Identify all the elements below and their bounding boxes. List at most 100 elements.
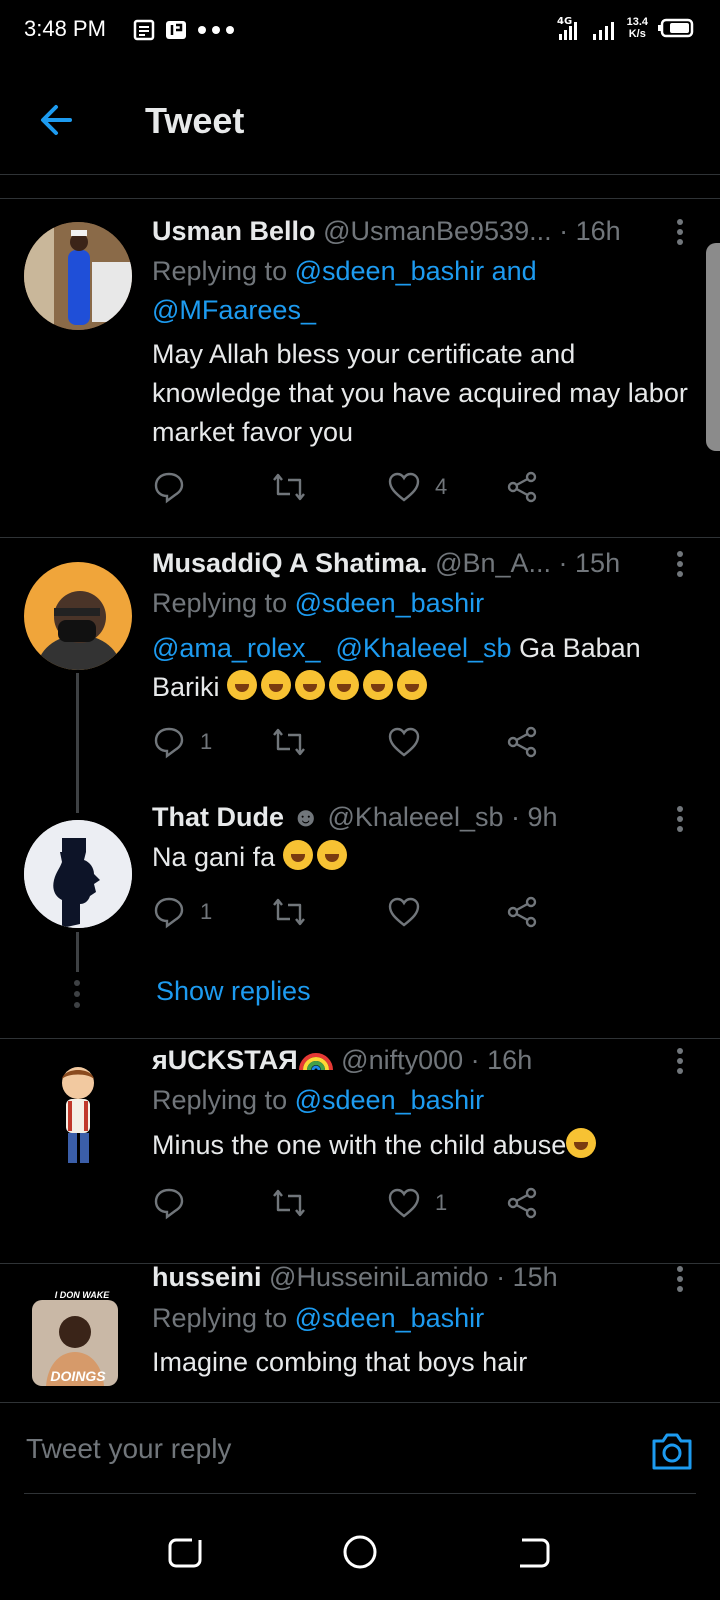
reply-icon xyxy=(154,727,184,759)
retweet-button[interactable] xyxy=(270,469,388,505)
tweet-musaddiq[interactable]: MusaddiQ A Shatima. @Bn_A... · 15h Reply… xyxy=(0,538,720,813)
battery-icon xyxy=(658,18,694,38)
retweet-icon xyxy=(272,728,305,756)
emoji-laugh xyxy=(227,670,431,702)
share-button[interactable] xyxy=(505,469,623,505)
display-name[interactable]: яUCKSTAЯ xyxy=(152,1045,298,1075)
retweet-button[interactable] xyxy=(270,724,388,760)
like-button[interactable] xyxy=(387,894,505,930)
network-speed: 13.4 K/s xyxy=(626,16,648,40)
mention-link[interactable]: @ama_rolex_ xyxy=(152,633,321,663)
tweet-header: MusaddiQ A Shatima. @Bn_A... · 15h xyxy=(152,548,620,579)
heart-icon xyxy=(388,897,420,927)
timestamp[interactable]: · 15h xyxy=(496,1264,558,1292)
tweet-ruckstar[interactable]: яUCKSTAЯ @nifty000 · 16h Replying to @sd… xyxy=(0,1039,720,1263)
display-name[interactable]: husseini xyxy=(152,1264,262,1292)
reply-input[interactable] xyxy=(24,1423,608,1475)
more-options-icon[interactable] xyxy=(674,549,686,579)
timestamp[interactable]: · 16h xyxy=(471,1045,533,1075)
mention-link[interactable]: @sdeen_bashir xyxy=(295,588,485,618)
tweet-actions: 1 xyxy=(152,724,622,760)
tweet-header: яUCKSTAЯ @nifty000 · 16h xyxy=(152,1045,532,1076)
show-replies-link[interactable]: Show replies xyxy=(156,976,311,1007)
handle[interactable]: @nifty000 xyxy=(341,1045,463,1075)
tweet-that-dude[interactable]: That Dude ☻ @Khaleeel_sb · 9h Na gani fa… xyxy=(0,798,720,1038)
display-name[interactable]: MusaddiQ A Shatima. xyxy=(152,548,428,578)
reply-composer xyxy=(0,1402,720,1495)
avatar-musaddiq[interactable] xyxy=(24,562,132,670)
retweet-icon xyxy=(272,898,305,926)
status-right-icons: 4G 13.4 K/s xyxy=(555,14,696,42)
app-icon xyxy=(166,21,186,39)
tweet-header: husseini @HusseiniLamido · 15h xyxy=(152,1264,558,1293)
page-title: Tweet xyxy=(145,100,245,141)
rainbow-icon xyxy=(298,1045,334,1075)
timestamp[interactable]: · 16h xyxy=(559,216,621,246)
display-name[interactable]: Usman Bello xyxy=(152,216,316,246)
share-button[interactable] xyxy=(505,724,623,760)
heart-icon xyxy=(388,1188,420,1218)
emoji-crying-cat xyxy=(566,1128,600,1160)
reply-icon xyxy=(154,897,184,929)
retweet-button[interactable] xyxy=(270,1185,388,1221)
like-button[interactable]: 1 xyxy=(387,1185,505,1221)
tweet-actions: 1 xyxy=(152,894,622,930)
home-icon[interactable] xyxy=(338,1530,382,1574)
tweet-husseini[interactable]: I DON WAKE DOINGS husseini @HusseiniLami… xyxy=(0,1264,720,1402)
reply-button[interactable] xyxy=(152,1185,270,1221)
tweet-actions: 1 xyxy=(152,1185,622,1221)
retweet-icon xyxy=(272,473,305,501)
tweet-usman-bello[interactable]: Usman Bello @UsmanBe9539... · 16h Replyi… xyxy=(0,199,720,537)
mention-link[interactable]: @Khaleeel_sb xyxy=(336,633,512,663)
tweet-actions: 4 xyxy=(152,469,622,505)
mention-link[interactable]: @sdeen_bashir and xyxy=(295,256,537,286)
handle[interactable]: @HusseiniLamido xyxy=(269,1264,489,1292)
smiley-icon: ☻ xyxy=(291,802,320,832)
avatar-usman-bello[interactable] xyxy=(24,222,132,330)
mention-link[interactable]: @sdeen_bashir xyxy=(295,1303,485,1333)
recent-apps-icon[interactable] xyxy=(164,1530,208,1574)
tweet-text: Na gani fa xyxy=(152,838,692,877)
reply-button[interactable] xyxy=(152,469,270,505)
mention-link[interactable]: @MFaarees_ xyxy=(152,295,316,325)
replying-to: Replying to @sdeen_bashir xyxy=(152,1085,485,1115)
timestamp[interactable]: · 9h xyxy=(511,802,558,832)
more-options-icon[interactable] xyxy=(674,217,686,247)
news-icon xyxy=(133,19,155,41)
share-icon xyxy=(507,896,536,928)
tweet-text: Minus the one with the child abuse xyxy=(152,1126,702,1165)
svg-text:4G: 4G xyxy=(557,16,572,27)
display-name[interactable]: That Dude xyxy=(152,802,284,832)
heart-icon xyxy=(388,727,420,757)
reply-button[interactable]: 1 xyxy=(152,724,270,760)
tweet-header: Usman Bello @UsmanBe9539... · 16h xyxy=(152,216,621,247)
share-icon xyxy=(507,1187,536,1219)
handle[interactable]: @Khaleeel_sb xyxy=(327,802,503,832)
top-app-bar: Tweet xyxy=(0,70,720,175)
timestamp[interactable]: · 15h xyxy=(559,548,621,578)
retweet-button[interactable] xyxy=(270,894,388,930)
share-button[interactable] xyxy=(505,894,623,930)
handle[interactable]: @Bn_A... xyxy=(435,548,551,578)
avatar-ruckstar[interactable] xyxy=(24,1061,132,1169)
reply-icon xyxy=(154,472,184,504)
mention-link[interactable]: @sdeen_bashir xyxy=(295,1085,485,1115)
scrollbar[interactable] xyxy=(706,243,720,451)
camera-icon[interactable] xyxy=(650,1431,694,1471)
reply-button[interactable]: 1 xyxy=(152,894,270,930)
back-nav-icon[interactable] xyxy=(512,1530,556,1574)
emoji-laugh xyxy=(282,840,351,872)
avatar-that-dude[interactable] xyxy=(24,820,132,928)
signal-icon xyxy=(592,22,614,40)
avatar-husseini[interactable]: I DON WAKE DOINGS xyxy=(24,1286,132,1394)
like-button[interactable]: 4 xyxy=(387,469,505,505)
status-time: 3:48 PM xyxy=(24,16,106,41)
share-button[interactable] xyxy=(505,1185,623,1221)
more-options-icon[interactable] xyxy=(674,804,686,834)
tweet-header: That Dude ☻ @Khaleeel_sb · 9h xyxy=(152,802,558,833)
handle[interactable]: @UsmanBe9539... xyxy=(323,216,552,246)
like-button[interactable] xyxy=(387,724,505,760)
back-arrow-icon[interactable] xyxy=(36,98,80,142)
more-options-icon[interactable] xyxy=(674,1264,686,1294)
more-options-icon[interactable] xyxy=(674,1046,686,1076)
